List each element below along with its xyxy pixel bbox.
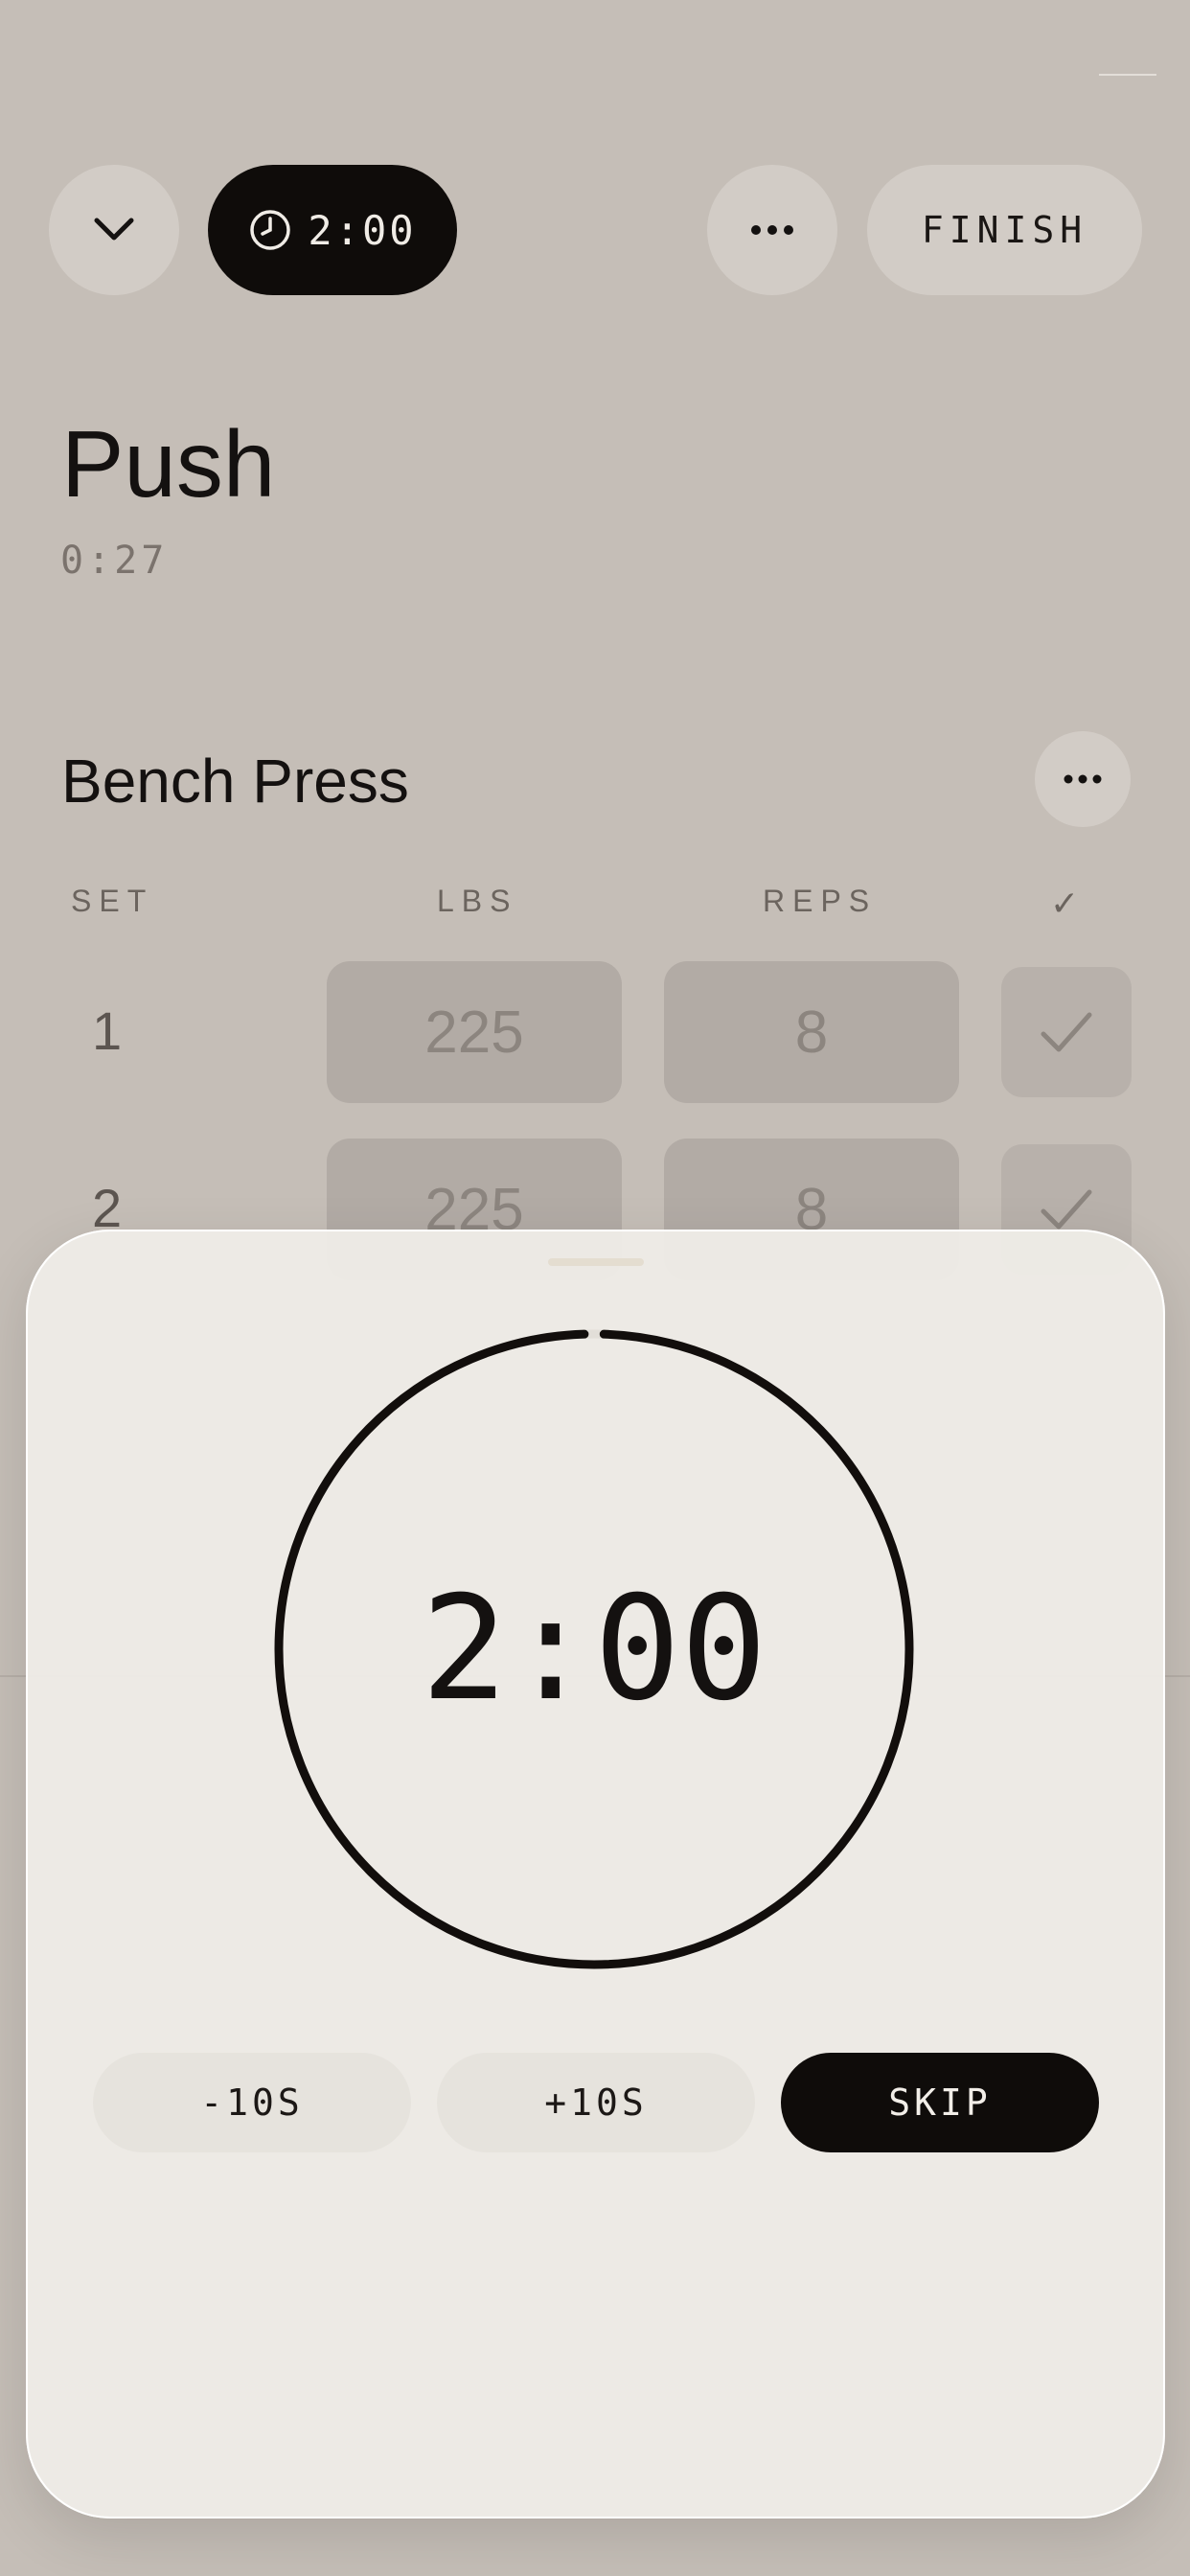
add-10s-button[interactable]: +10S: [437, 2053, 755, 2152]
rest-timer-pill[interactable]: 2:00: [208, 165, 457, 295]
workout-menu-button[interactable]: [707, 165, 837, 295]
exercise-name: Bench Press: [61, 747, 409, 816]
reps-input[interactable]: 8: [664, 961, 959, 1103]
column-header-reps: REPS: [763, 884, 878, 918]
weight-input[interactable]: 225: [327, 961, 622, 1103]
more-horizontal-icon: [751, 225, 793, 235]
workout-title: Push: [61, 411, 276, 517]
sheet-grabber[interactable]: [548, 1258, 644, 1266]
collapse-button[interactable]: [49, 165, 179, 295]
chevron-down-icon: [94, 218, 134, 241]
skip-button[interactable]: SKIP: [781, 2053, 1099, 2152]
countdown-time: 2:00: [421, 1566, 767, 1733]
rest-timer-sheet: 2:00 -10S +10S SKIP: [26, 1230, 1165, 2518]
column-header-set: SET: [71, 884, 154, 918]
elapsed-time: 0:27: [60, 539, 169, 583]
clock-icon: [250, 210, 291, 250]
checkmark-icon: [1041, 1012, 1092, 1052]
column-header-lbs: LBS: [437, 884, 518, 918]
subtract-10s-button[interactable]: -10S: [93, 2053, 411, 2152]
more-horizontal-icon: [1064, 774, 1102, 784]
status-bar-indicator: [1099, 74, 1156, 76]
exercise-menu-button[interactable]: [1035, 731, 1131, 827]
column-header-done: ✓: [1050, 884, 1080, 923]
set-number: 1: [92, 1000, 123, 1061]
rest-timer-text: 2:00: [308, 206, 417, 254]
checkmark-icon: [1041, 1189, 1092, 1230]
finish-button[interactable]: FINISH: [867, 165, 1142, 295]
set-complete-checkbox[interactable]: [1001, 967, 1132, 1097]
